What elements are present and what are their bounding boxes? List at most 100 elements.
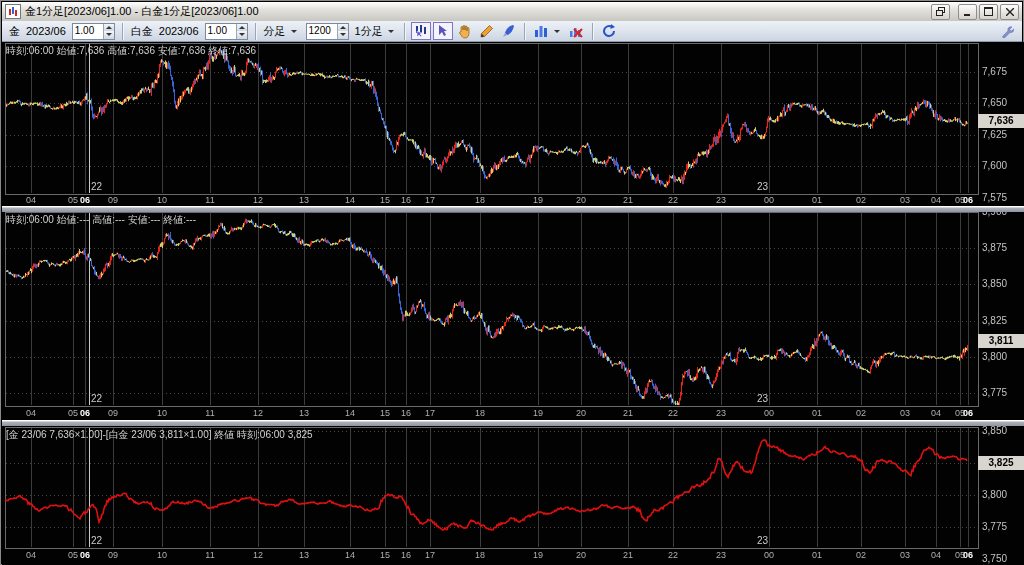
x-axis-hour-label[interactable]: 23 xyxy=(716,550,726,560)
gold-ratio-up[interactable] xyxy=(104,24,114,32)
x-axis-hour-label[interactable]: 10 xyxy=(157,195,167,205)
x-axis-hour-label[interactable]: 11 xyxy=(205,408,214,418)
x-axis-hour-label[interactable]: 20 xyxy=(576,550,586,560)
float-window-button[interactable] xyxy=(931,4,950,20)
x-axis-hour-label[interactable]: 16 xyxy=(401,550,411,560)
x-axis-hour-label[interactable]: 15 xyxy=(380,195,390,205)
platinum-ratio-input[interactable]: 1.00 xyxy=(205,23,248,40)
x-axis-hour-label[interactable]: 06 xyxy=(80,550,90,560)
refresh-button[interactable] xyxy=(599,22,619,40)
chart-type-dropdown-arrow[interactable] xyxy=(552,25,563,38)
bars-count-up[interactable] xyxy=(338,24,348,32)
x-axis-hour-label[interactable]: 14 xyxy=(345,195,355,205)
x-axis-hour-label[interactable]: 17 xyxy=(425,195,435,205)
x-axis-hour-label[interactable]: 06 xyxy=(963,550,973,560)
x-axis-hour-label[interactable]: 19 xyxy=(533,195,543,205)
panel-splitter-1[interactable] xyxy=(2,206,1024,212)
x-axis-hour-label[interactable]: 16 xyxy=(401,195,411,205)
candle-select-tool-button[interactable] xyxy=(411,22,431,40)
x-axis-hour-label[interactable]: 23 xyxy=(716,408,726,418)
x-axis-hour-label[interactable]: 12 xyxy=(253,408,263,418)
x-axis-hour-label[interactable]: 12 xyxy=(253,550,263,560)
last-price-box[interactable]: 3,811 xyxy=(978,334,1024,348)
x-axis-hour-label[interactable]: 03 xyxy=(900,408,910,418)
last-price-box[interactable]: 7,636 xyxy=(978,114,1024,128)
x-axis-hour-label[interactable]: 19 xyxy=(533,550,543,560)
close-button[interactable] xyxy=(1000,4,1019,20)
x-axis-hour-label[interactable]: 11 xyxy=(205,550,214,560)
hand-pan-tool-button[interactable] xyxy=(455,22,475,40)
platinum-ratio-down[interactable] xyxy=(237,31,247,39)
x-axis-hour-label[interactable]: 15 xyxy=(380,408,390,418)
x-axis-hour-label[interactable]: 14 xyxy=(345,550,355,560)
x-axis-hour-label[interactable]: 18 xyxy=(475,195,485,205)
x-axis-hour-label[interactable]: 09 xyxy=(108,550,118,560)
x-axis-hour-label[interactable]: 03 xyxy=(900,195,910,205)
x-axis-hour-label[interactable]: 04 xyxy=(931,195,941,205)
maximize-button[interactable] xyxy=(979,4,998,20)
x-axis-hour-label[interactable]: 00 xyxy=(764,408,774,418)
x-axis-hour-label[interactable]: 05 xyxy=(68,408,78,418)
title-bar[interactable]: 金1分足[2023/06]1.00 - 白金1分足[2023/06]1.00 xyxy=(2,2,1022,21)
period-dropdown-arrow[interactable] xyxy=(386,25,397,38)
interval-type-label[interactable]: 分足 xyxy=(264,24,286,39)
bars-count-down[interactable] xyxy=(338,31,348,39)
x-axis-hour-label[interactable]: 04 xyxy=(26,550,36,560)
x-axis-hour-label[interactable]: 04 xyxy=(931,550,941,560)
x-axis-hour-label[interactable]: 12 xyxy=(253,195,263,205)
bars-count-value[interactable]: 1200 xyxy=(307,24,337,39)
x-axis-hour-label[interactable]: 06 xyxy=(80,195,90,205)
x-axis-hour-label[interactable]: 22 xyxy=(668,408,678,418)
x-axis-hour-label[interactable]: 10 xyxy=(157,408,167,418)
x-axis-hour-label[interactable]: 20 xyxy=(576,408,586,418)
x-axis-hour-label[interactable]: 06 xyxy=(963,195,973,205)
arrow-select-tool-button[interactable] xyxy=(433,22,453,40)
x-axis-hour-label[interactable]: 03 xyxy=(900,550,910,560)
x-axis-hour-label[interactable]: 16 xyxy=(401,408,411,418)
remove-chart-button[interactable] xyxy=(567,22,587,40)
gold-ratio-down[interactable] xyxy=(104,31,114,39)
x-axis-hour-label[interactable]: 09 xyxy=(108,408,118,418)
gold-ratio-value[interactable]: 1.00 xyxy=(73,24,103,39)
x-axis-hour-label[interactable]: 04 xyxy=(26,195,36,205)
x-axis-hour-label[interactable]: 17 xyxy=(425,550,435,560)
x-axis-hour-label[interactable]: 18 xyxy=(475,550,485,560)
x-axis-hour-label[interactable]: 00 xyxy=(764,550,774,560)
minimize-button[interactable] xyxy=(958,4,977,20)
period-label[interactable]: 1分足 xyxy=(355,24,383,39)
x-axis-hour-label[interactable]: 05 xyxy=(68,550,78,560)
x-axis-hour-label[interactable]: 10 xyxy=(157,550,167,560)
x-axis-hour-label[interactable]: 02 xyxy=(856,408,866,418)
settings-wrench-icon[interactable] xyxy=(997,22,1017,40)
x-axis-hour-label[interactable]: 22 xyxy=(668,195,678,205)
x-axis-hour-label[interactable]: 13 xyxy=(299,550,309,560)
x-axis-hour-label[interactable]: 05 xyxy=(68,195,78,205)
platinum-ratio-value[interactable]: 1.00 xyxy=(206,24,236,39)
x-axis-hour-label[interactable]: 02 xyxy=(856,550,866,560)
x-axis-hour-label[interactable]: 13 xyxy=(299,195,309,205)
x-axis-hour-label[interactable]: 02 xyxy=(856,195,866,205)
x-axis-hour-label[interactable]: 00 xyxy=(764,195,774,205)
x-axis-hour-label[interactable]: 15 xyxy=(380,550,390,560)
x-axis-hour-label[interactable]: 21 xyxy=(623,408,633,418)
x-axis-hour-label[interactable]: 01 xyxy=(812,195,822,205)
x-axis-hour-label[interactable]: 14 xyxy=(345,408,355,418)
last-price-box[interactable]: 3,825 xyxy=(978,456,1024,470)
x-axis-hour-label[interactable]: 21 xyxy=(623,195,633,205)
x-axis-hour-label[interactable]: 06 xyxy=(963,408,973,418)
panel-splitter-2[interactable] xyxy=(2,420,1024,426)
gold-ratio-input[interactable]: 1.00 xyxy=(72,23,115,40)
x-axis-hour-label[interactable]: 04 xyxy=(931,408,941,418)
x-axis-hour-label[interactable]: 20 xyxy=(576,195,586,205)
interval-dropdown-arrow[interactable] xyxy=(289,25,300,38)
x-axis-hour-label[interactable]: 01 xyxy=(812,550,822,560)
bars-count-input[interactable]: 1200 xyxy=(306,23,349,40)
x-axis-hour-label[interactable]: 13 xyxy=(299,408,309,418)
pencil-draw-tool-button[interactable] xyxy=(477,22,497,40)
x-axis-hour-label[interactable]: 22 xyxy=(668,550,678,560)
x-axis-hour-label[interactable]: 04 xyxy=(26,408,36,418)
chart-type-button[interactable] xyxy=(531,22,551,40)
platinum-ratio-up[interactable] xyxy=(237,24,247,32)
x-axis-hour-label[interactable]: 11 xyxy=(205,195,214,205)
x-axis-hour-label[interactable]: 21 xyxy=(623,550,633,560)
